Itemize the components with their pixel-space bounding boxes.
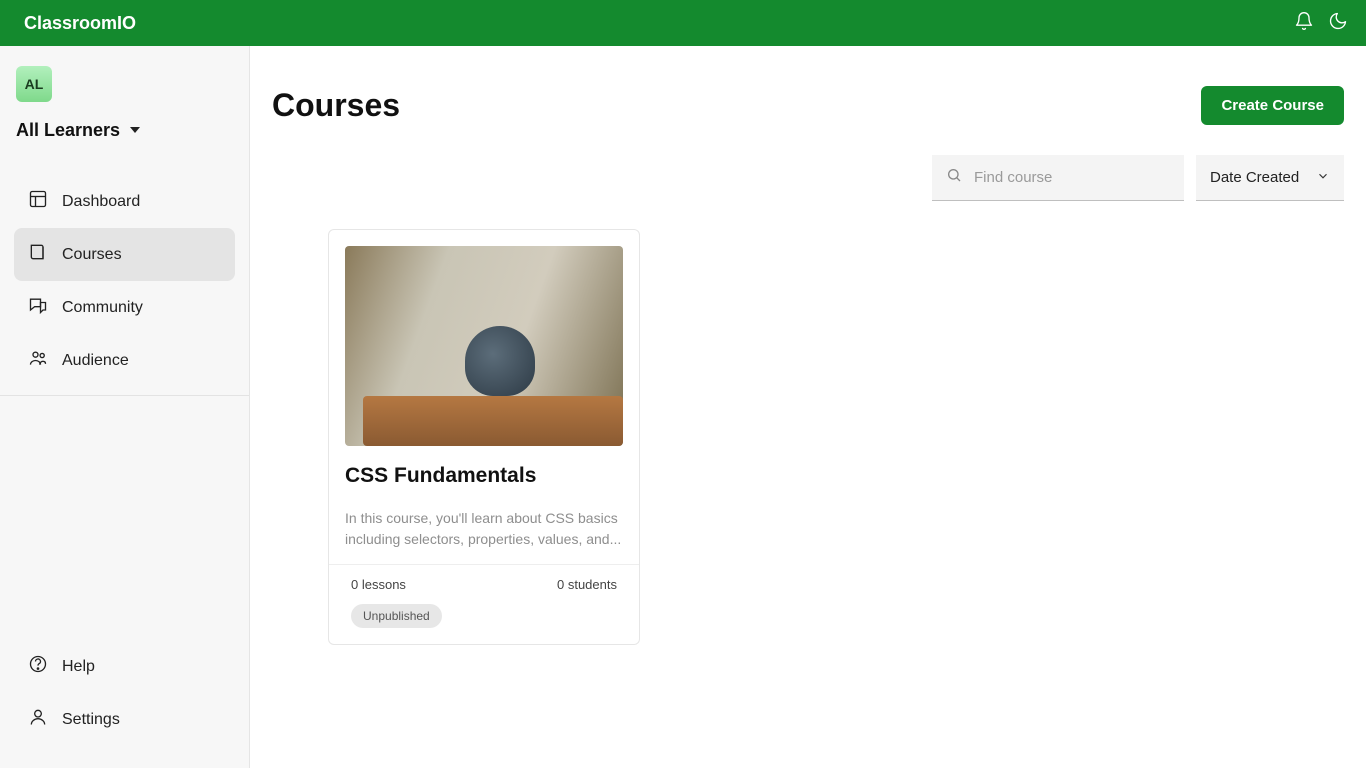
chevron-down-icon: [1316, 169, 1330, 187]
sidebar-item-label: Community: [62, 299, 143, 317]
sidebar-item-label: Settings: [62, 711, 120, 729]
org-selector[interactable]: All Learners: [16, 120, 233, 151]
course-status-badge: Unpublished: [351, 604, 442, 628]
book-icon: [28, 242, 48, 267]
audience-icon: [28, 348, 48, 373]
caret-down-icon: [130, 122, 140, 140]
sidebar: AL All Learners Dashboard Courses: [0, 46, 250, 768]
theme-moon-icon[interactable]: [1328, 11, 1348, 36]
sidebar-item-community[interactable]: Community: [14, 281, 235, 334]
sidebar-item-dashboard[interactable]: Dashboard: [14, 175, 235, 228]
create-course-button[interactable]: Create Course: [1201, 86, 1344, 125]
topbar: ClassroomIO: [0, 0, 1366, 46]
course-title: CSS Fundamentals: [345, 464, 623, 488]
sidebar-item-audience[interactable]: Audience: [14, 334, 235, 387]
course-students-count: 0 students: [557, 577, 617, 592]
course-card[interactable]: CSS Fundamentals In this course, you'll …: [328, 229, 640, 645]
search-input[interactable]: [974, 169, 1173, 186]
notification-bell-icon[interactable]: [1294, 11, 1314, 36]
sidebar-item-label: Dashboard: [62, 193, 140, 211]
brand-logo[interactable]: ClassroomIO: [24, 13, 136, 34]
main-content: Courses Create Course Date Created: [250, 46, 1366, 768]
search-icon: [946, 167, 962, 188]
sidebar-item-label: Audience: [62, 352, 129, 370]
sort-select[interactable]: Date Created: [1196, 155, 1344, 201]
sidebar-item-courses[interactable]: Courses: [14, 228, 235, 281]
dashboard-icon: [28, 189, 48, 214]
org-avatar[interactable]: AL: [16, 66, 52, 102]
page-title: Courses: [272, 87, 400, 124]
sidebar-item-label: Help: [62, 658, 95, 676]
settings-icon: [28, 707, 48, 732]
sidebar-divider: [0, 395, 249, 396]
sidebar-item-help[interactable]: Help: [14, 640, 235, 693]
course-thumbnail: [345, 246, 623, 446]
help-icon: [28, 654, 48, 679]
course-lessons-count: 0 lessons: [351, 577, 406, 592]
community-icon: [28, 295, 48, 320]
search-box[interactable]: [932, 155, 1184, 201]
course-description: In this course, you'll learn about CSS b…: [345, 508, 623, 550]
org-name: All Learners: [16, 120, 120, 141]
sidebar-item-label: Courses: [62, 246, 122, 264]
sidebar-item-settings[interactable]: Settings: [14, 693, 235, 746]
topbar-icons: [1294, 11, 1348, 36]
sort-selected: Date Created: [1210, 169, 1299, 186]
